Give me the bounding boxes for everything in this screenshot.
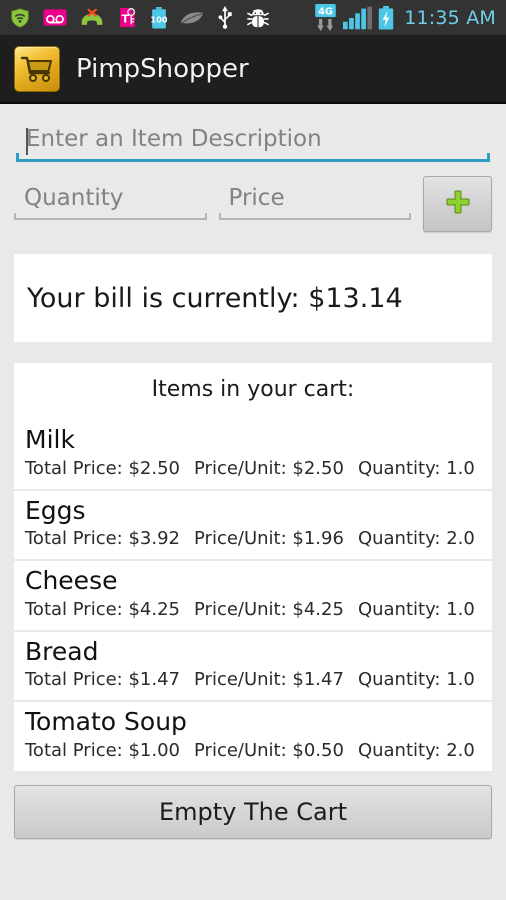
cart-item-name: Milk: [25, 425, 75, 454]
status-bar-clock: 11:35 AM: [404, 6, 496, 29]
cart-item-total-price: Total Price: $3.92: [25, 528, 180, 549]
bill-total-text: Your bill is currently: $13.14: [27, 282, 403, 314]
status-bar: T 100 4G 11:35 AM: [0, 0, 506, 36]
cart-item-total-price: Total Price: $2.50: [25, 457, 180, 479]
wifi-shield-icon: [10, 7, 30, 28]
cart-item-quantity: Quantity: 1.0: [357, 457, 475, 479]
shopping-cart-icon: [14, 46, 60, 92]
cart-item-details: Total Price: $3.92 Price/Unit: $1.96 Quant…: [25, 528, 482, 549]
cart-item-unit-price: Price/Unit: $1.47: [194, 669, 344, 690]
battery-100-icon: 100: [150, 6, 168, 29]
main-content: Your bill is currently: $13.14 Items in …: [0, 104, 506, 900]
cart-item-name: Cheese: [25, 566, 118, 595]
quantity-price-row: [14, 176, 492, 232]
cart-item[interactable]: Tomato Soup Total Price: $1.00 Price/Unit:…: [14, 702, 492, 771]
android-bug-icon: [246, 7, 270, 29]
cart-item-unit-price: Price/Unit: $2.50: [194, 457, 344, 479]
leaf-icon: [180, 10, 204, 26]
voicemail-icon: [43, 9, 67, 26]
usb-icon: [217, 6, 233, 29]
tmobile-tag-icon: T: [117, 7, 138, 29]
cart-item[interactable]: Bread Total Price: $1.47 Price/Unit: $1.47…: [14, 631, 492, 700]
cart-item-details: Total Price: $1.00 Price/Unit: $0.50 Quant…: [25, 740, 482, 761]
app-title-bar: PimpShopper: [0, 36, 506, 104]
battery-charging-icon: [378, 5, 394, 30]
cart-item-details: Total Price: $1.47 Price/Unit: $1.47 Quant…: [25, 669, 482, 690]
price-input[interactable]: [218, 181, 411, 218]
text-caret: [26, 128, 28, 155]
description-input[interactable]: [16, 122, 490, 159]
cart-item-quantity: Quantity: 1.0: [357, 669, 475, 690]
cart-item-total-price: Total Price: $1.47: [25, 669, 180, 690]
cart-item-unit-price: Price/Unit: $0.50: [194, 739, 344, 761]
missed-call-icon: [80, 8, 104, 28]
cart-item-name: Tomato Soup: [25, 707, 187, 736]
cart-card: Items in your cart: Milk Total Price: $2.…: [14, 363, 492, 771]
empty-cart-button[interactable]: Empty The Cart: [14, 784, 492, 839]
cart-item-quantity: Quantity: 2.0: [357, 739, 475, 761]
cart-item-name: Bread: [25, 636, 99, 666]
add-item-button[interactable]: [423, 176, 492, 232]
svg-text:100: 100: [151, 14, 167, 24]
bill-total-card: Your bill is currently: $13.14: [14, 254, 492, 342]
cart-item-name: Eggs: [25, 495, 86, 525]
cart-item-details: Total Price: $4.25 Price/Unit: $4.25 Quant…: [25, 599, 482, 620]
cart-item[interactable]: Cheese Total Price: $4.25 Price/Unit: $4.2…: [14, 561, 492, 630]
cart-item-unit-price: Price/Unit: $1.96: [194, 528, 344, 549]
cart-item-details: Total Price: $2.50 Price/Unit: $2.50 Quant…: [25, 458, 482, 479]
cart-item[interactable]: Eggs Total Price: $3.92 Price/Unit: $1.96 Q…: [14, 490, 492, 559]
cart-item-quantity: Quantity: 2.0: [357, 528, 475, 549]
description-underline: [16, 122, 490, 162]
cart-header: Items in your cart:: [151, 377, 355, 402]
cart-item-unit-price: Price/Unit: $4.25: [194, 598, 344, 620]
price-underline: [218, 181, 411, 220]
svg-text:4G: 4G: [318, 6, 333, 17]
signal-bars-icon: [343, 6, 373, 30]
quantity-input[interactable]: [14, 181, 207, 218]
app-title: PimpShopper: [76, 54, 249, 84]
network-4g-icon: 4G: [313, 3, 338, 32]
quantity-underline: [14, 181, 207, 220]
status-bar-left-icons: T 100: [10, 6, 313, 29]
description-field-wrapper: [14, 104, 492, 162]
plus-icon: [444, 188, 472, 220]
status-bar-right-icons: 4G 11:35 AM: [313, 3, 500, 32]
cart-item-quantity: Quantity: 1.0: [357, 598, 475, 620]
cart-item[interactable]: Milk Total Price: $2.50 Price/Unit: $2.50 Q…: [14, 420, 492, 489]
cart-item-list[interactable]: Milk Total Price: $2.50 Price/Unit: $2.50 Q…: [14, 420, 492, 771]
cart-item-total-price: Total Price: $4.25: [25, 598, 180, 620]
cart-item-total-price: Total Price: $1.00: [25, 739, 180, 761]
